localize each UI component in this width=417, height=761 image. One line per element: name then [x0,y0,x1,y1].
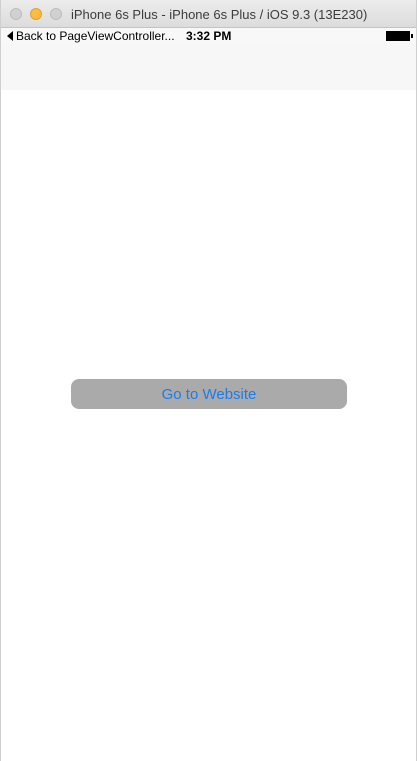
zoom-window-button[interactable] [50,8,62,20]
minimize-window-button[interactable] [30,8,42,20]
back-to-app-button[interactable]: Back to PageViewController... [7,28,175,44]
simulator-window: iPhone 6s Plus - iPhone 6s Plus / iOS 9.… [0,0,417,761]
go-to-website-label: Go to Website [161,385,257,403]
go-to-website-button[interactable]: Go to Website [71,379,347,409]
status-time: 3:32 PM [186,29,232,43]
navigation-bar [1,44,416,90]
close-window-button[interactable] [10,8,22,20]
window-title: iPhone 6s Plus - iPhone 6s Plus / iOS 9.… [71,7,368,22]
battery-full-icon [386,31,413,41]
ios-status-bar: Back to PageViewController... 3:32 PM [1,28,416,44]
back-to-app-label: Back to PageViewController... [16,29,175,43]
window-titlebar: iPhone 6s Plus - iPhone 6s Plus / iOS 9.… [1,0,416,28]
content-area [1,90,416,761]
back-arrow-icon [7,31,13,41]
